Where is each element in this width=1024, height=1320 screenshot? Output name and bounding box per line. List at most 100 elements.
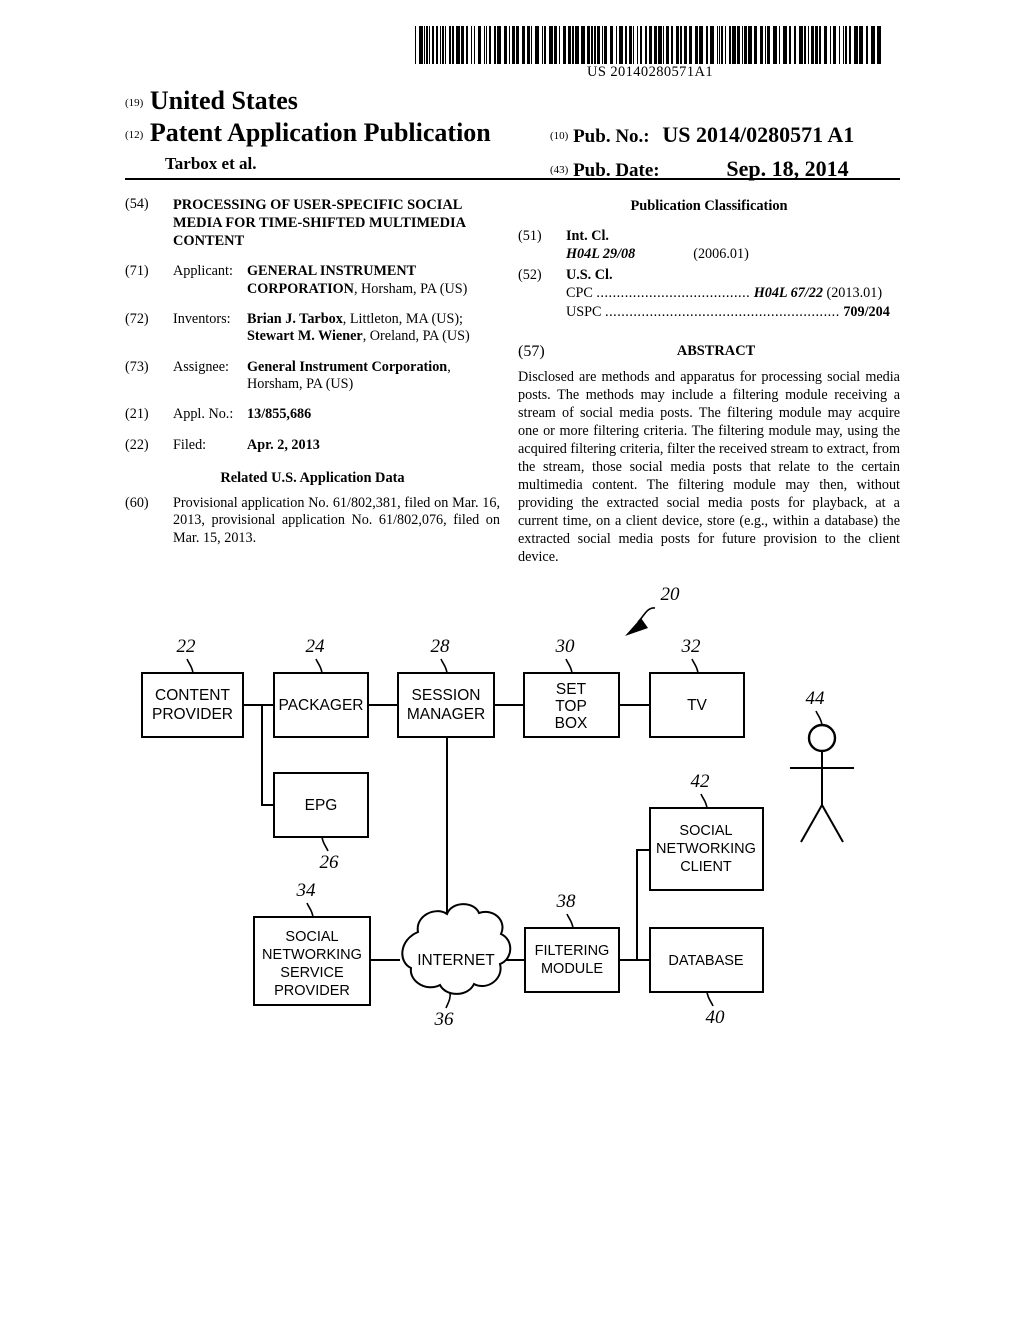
field-appl-no-value: 13/855,686 <box>247 406 312 423</box>
field-filed-label: Filed: <box>173 436 207 453</box>
node-snc-line1: SOCIAL <box>679 823 732 839</box>
code-10: (10) <box>550 129 569 142</box>
node-content-provider: CONTENT PROVIDER 22 <box>141 636 244 738</box>
node-set-top-box-line3: BOX <box>555 715 588 732</box>
node-filtering-module-line2: MODULE <box>541 961 603 977</box>
field-title: (54) PROCESSING OF USER-SPECIFIC SOCIAL … <box>125 196 500 250</box>
field-appl-no-code: (21) <box>125 406 149 423</box>
node-social-networking-client: SOCIAL NETWORKING CLIENT 42 <box>649 771 764 891</box>
node-snsp-line4: PROVIDER <box>274 983 350 999</box>
node-session-manager-line1: SESSION <box>412 687 481 704</box>
node-snsp-line3: SERVICE <box>280 965 344 981</box>
field-applicant-label: Applicant: <box>173 263 233 280</box>
node-tv-line1: TV <box>687 697 707 714</box>
cpc-label: CPC <box>566 285 593 302</box>
abstract-heading: ABSTRACT <box>676 343 756 360</box>
doc-type-name: Patent Application Publication <box>149 118 491 147</box>
node-tv: TV 32 <box>649 636 745 738</box>
node-content-provider-line2: PROVIDER <box>152 706 233 723</box>
field-us-cl-code: (52) <box>518 266 542 283</box>
int-cl-version: (2006.01) <box>693 246 749 263</box>
header-divider <box>125 178 900 180</box>
node-epg-line1: EPG <box>305 797 338 814</box>
assignee-comma: , <box>447 358 451 375</box>
uspc-label: USPC <box>566 303 602 320</box>
field-us-cl: (52) U.S. Cl. CPC ......................… <box>518 266 900 321</box>
inventor-name: Stewart M. Wiener <box>247 328 363 345</box>
system-ref-arrow <box>625 607 656 636</box>
doc-type-line: (12) Patent Application Publication <box>125 118 491 148</box>
field-appl-no-label: Appl. No.: <box>173 406 234 423</box>
node-database-label: DATABASE <box>668 953 744 969</box>
node-session-manager: SESSION MANAGER 28 <box>397 636 495 738</box>
ref-label-22: 22 <box>177 636 197 657</box>
node-filtering-module: FILTERING MODULE 38 <box>524 891 620 993</box>
inventor-location: , Oreland, PA (US) <box>362 328 470 345</box>
field-int-cl: (51) Int. Cl. H04L 29/08 (2006.01) <box>518 227 900 264</box>
abstract-heading-row: (57) ABSTRACT <box>518 343 900 360</box>
publication-classification-heading: Publication Classification <box>630 198 788 214</box>
field-inventors: (72) Inventors: Brian J. Tarbox, Littlet… <box>125 311 500 346</box>
node-internet: INTERNET 36 <box>401 903 512 1030</box>
uspc-dot-leader: ........................................… <box>605 303 840 320</box>
ref-label-38: 38 <box>556 891 577 912</box>
masthead: (19) United States (12) Patent Applicati… <box>125 86 900 181</box>
bibliographic-right-column: Publication Classification (51) Int. Cl.… <box>518 196 900 567</box>
ref-label-26: 26 <box>320 852 340 873</box>
field-appl-no: (21) Appl. No.: 13/855,686 <box>125 406 500 423</box>
node-snc-line2: NETWORKING <box>656 841 756 857</box>
cpc-version: (2013.01) <box>826 285 883 302</box>
abstract-code: (57) <box>518 343 545 361</box>
node-snsp-line1: SOCIAL <box>285 929 338 945</box>
field-related-code: (60) <box>125 494 149 511</box>
node-packager-line1: PACKAGER <box>279 697 364 714</box>
pub-no-row: (10) Pub. No.: US 2014/0280571 A1 <box>550 122 854 148</box>
ref-label-30: 30 <box>555 636 576 657</box>
uspc-value: 709/204 <box>843 303 890 320</box>
code-19: (19) <box>125 96 144 109</box>
field-int-cl-code: (51) <box>518 228 542 244</box>
node-database: DATABASE 40 <box>649 927 764 1028</box>
node-set-top-box-line1: SET <box>556 681 587 698</box>
country-name: United States <box>149 86 298 115</box>
inventor-location: , Littleton, MA (US); <box>342 311 463 328</box>
node-set-top-box-line2: TOP <box>555 698 587 715</box>
system-block-diagram: 20 CONTENT PROVIDER 22 PACKAGER 24 EPG 2… <box>0 560 1024 1080</box>
field-applicant: (71) Applicant: GENERAL INSTRUMENT CORPO… <box>125 263 500 298</box>
code-43: (43) <box>550 163 569 176</box>
field-us-cl-label: U.S. Cl. <box>566 266 613 283</box>
field-filed-value: Apr. 2, 2013 <box>247 436 320 453</box>
author-line: Tarbox et al. <box>165 154 257 173</box>
ref-label-36: 36 <box>434 1009 455 1030</box>
node-social-networking-service-provider: SOCIAL NETWORKING SERVICE PROVIDER 34 <box>253 880 371 1006</box>
field-filed-code: (22) <box>125 436 149 453</box>
node-snc-line3: CLIENT <box>680 859 732 875</box>
int-cl-symbol: H04L 29/08 <box>566 246 636 263</box>
code-12: (12) <box>125 128 144 141</box>
field-related-text: Provisional application No. 61/802,381, … <box>173 494 500 546</box>
inventor-entry: Stewart M. Wiener, Oreland, PA (US) <box>247 328 500 345</box>
related-application-heading: Related U.S. Application Data <box>220 469 405 486</box>
node-filtering-module-line1: FILTERING <box>535 943 610 959</box>
node-user: 44 <box>790 688 854 843</box>
field-title-code: (54) <box>125 196 149 212</box>
node-epg: EPG 26 <box>273 772 369 873</box>
field-int-cl-label: Int. Cl. <box>566 228 609 244</box>
barcode-number-text: US 20140280571A1 <box>586 64 714 80</box>
ref-label-34: 34 <box>296 880 317 901</box>
field-title-text: PROCESSING OF USER-SPECIFIC SOCIAL MEDIA… <box>173 197 466 250</box>
pub-no-value: US 2014/0280571 A1 <box>662 122 855 147</box>
node-internet-label: INTERNET <box>417 952 495 969</box>
field-inventors-label: Inventors: <box>173 311 231 328</box>
cpc-value: H04L 67/22 <box>753 285 823 302</box>
country-line: (19) United States <box>125 86 298 116</box>
pub-no-label: Pub. No.: <box>573 126 650 147</box>
assignee-name: General Instrument Corporation <box>247 358 448 375</box>
field-assignee: (73) Assignee: General Instrument Corpor… <box>125 359 500 394</box>
ref-label-20: 20 <box>661 584 681 605</box>
cpc-dot-leader: ...................................... <box>596 285 751 302</box>
field-applicant-code: (71) <box>125 263 149 280</box>
node-packager: PACKAGER 24 <box>273 636 369 738</box>
ref-label-42: 42 <box>691 771 711 792</box>
node-session-manager-line2: MANAGER <box>407 706 485 723</box>
